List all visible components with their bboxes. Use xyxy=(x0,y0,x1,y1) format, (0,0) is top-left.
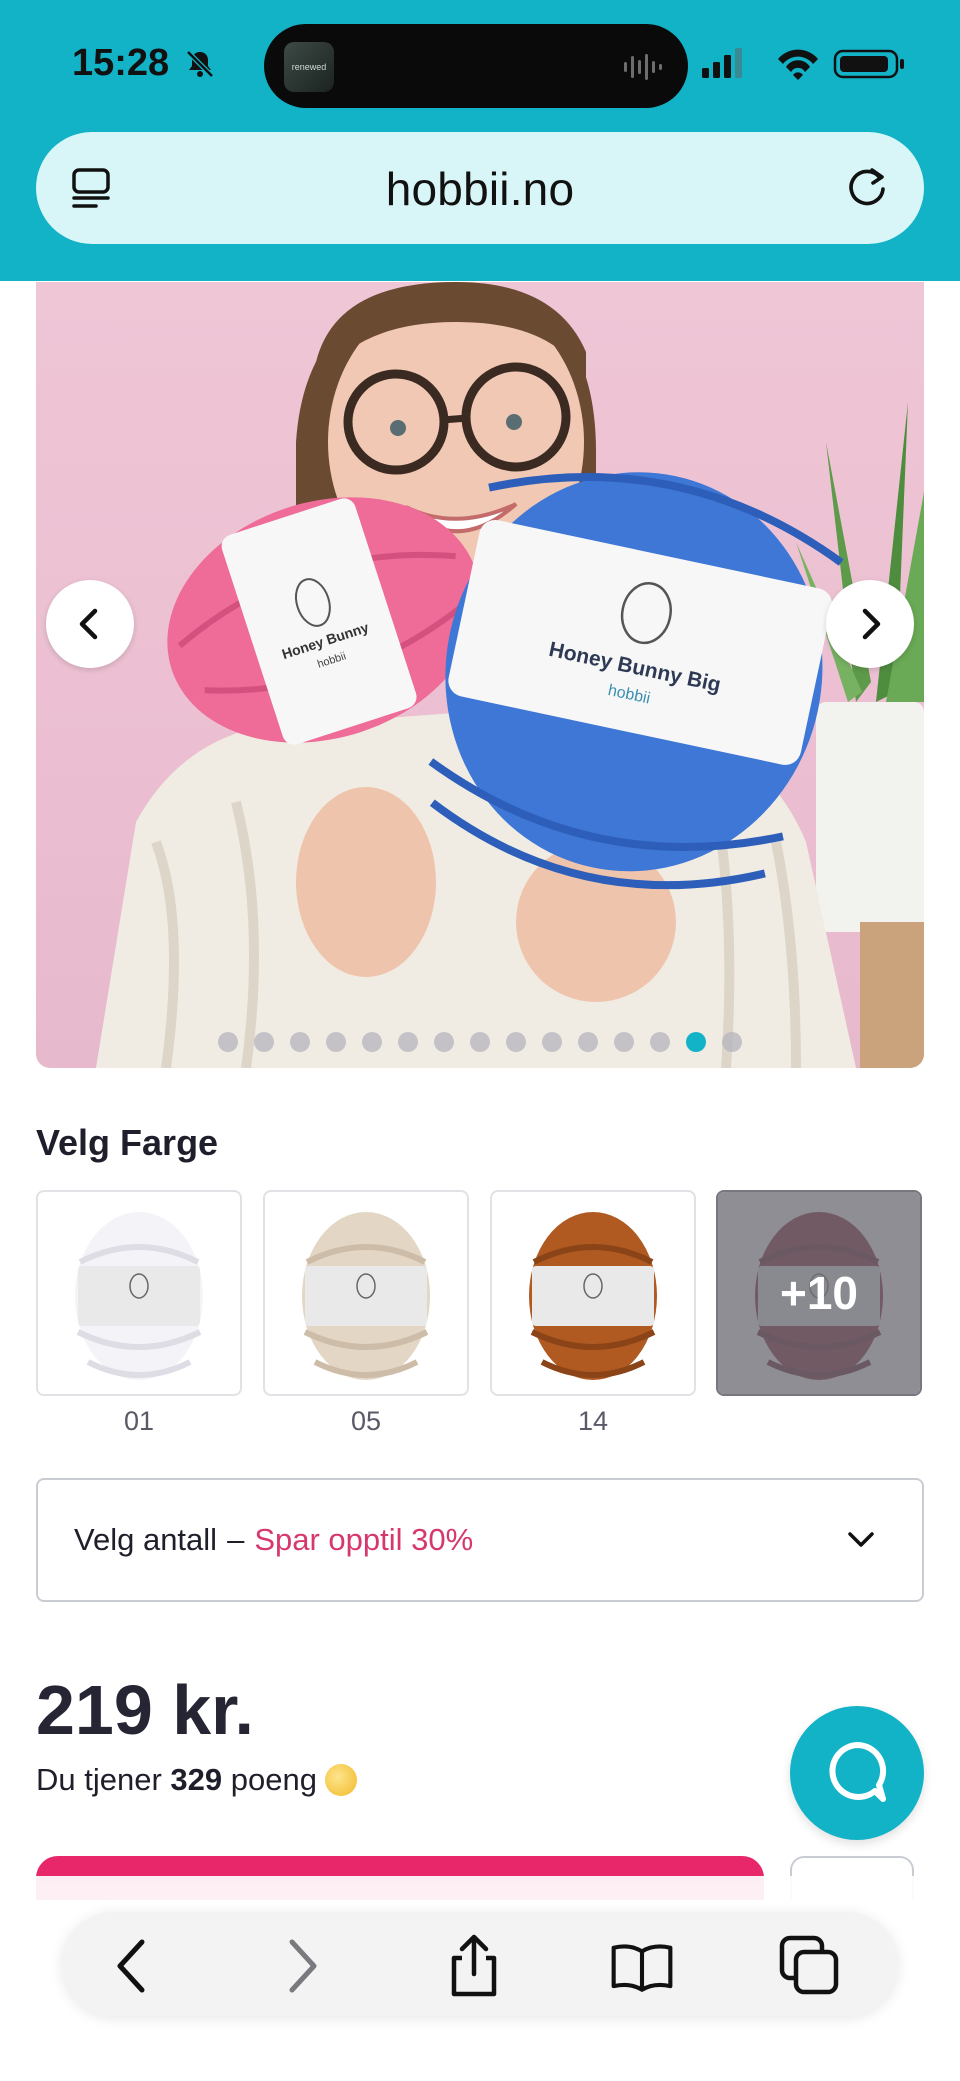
bookmarks-icon xyxy=(611,1944,673,1992)
chat-bubble-icon xyxy=(829,1741,887,1802)
color-swatch-05[interactable] xyxy=(263,1190,469,1396)
yarn-ball-image xyxy=(302,1212,430,1380)
chevron-left-icon xyxy=(79,608,98,640)
wifi-icon xyxy=(778,49,818,80)
more-colors-button[interactable]: +10 xyxy=(716,1190,922,1396)
bookmarks-button[interactable] xyxy=(610,1934,674,1998)
carousel-dot[interactable] xyxy=(506,1032,526,1052)
yarn-ball-image xyxy=(75,1212,203,1380)
carousel-prev-button[interactable] xyxy=(46,580,134,668)
now-playing-thumbnail: renewed xyxy=(284,42,334,92)
quantity-promo-text: Spar opptil 30% xyxy=(254,1522,474,1557)
back-button[interactable] xyxy=(100,1934,164,1998)
reload-icon[interactable] xyxy=(842,162,892,212)
tabs-button[interactable] xyxy=(778,1934,842,1998)
points-value: 329 xyxy=(170,1762,223,1797)
loyalty-points: Du tjener 329 poeng xyxy=(36,1762,357,1798)
chevron-right-icon xyxy=(862,608,881,640)
carousel-dot[interactable] xyxy=(218,1032,238,1052)
back-icon xyxy=(117,1939,145,1993)
audio-wave-icon xyxy=(624,54,662,80)
product-image-carousel[interactable]: Honey Bunny hobbii Honey Bunny Big hobbi… xyxy=(36,282,924,1068)
yarn-ball-image xyxy=(529,1212,657,1380)
bell-off-icon xyxy=(186,50,214,78)
carousel-dot[interactable] xyxy=(578,1032,598,1052)
carousel-dot[interactable] xyxy=(470,1032,490,1052)
dynamic-island[interactable]: renewed xyxy=(264,24,688,108)
carousel-dot[interactable] xyxy=(434,1032,454,1052)
product-price: 219 kr. xyxy=(36,1671,254,1749)
points-prefix: Du tjener xyxy=(36,1762,162,1797)
forward-button[interactable] xyxy=(270,1934,334,1998)
carousel-dot[interactable] xyxy=(254,1032,274,1052)
share-button[interactable] xyxy=(442,1934,506,1998)
color-picker-title: Velg Farge xyxy=(36,1122,219,1163)
address-bar[interactable]: hobbii.no xyxy=(36,132,924,244)
color-swatch-label: 01 xyxy=(123,1406,155,1436)
carousel-dot[interactable] xyxy=(362,1032,382,1052)
carousel-dot[interactable] xyxy=(686,1032,706,1052)
browser-header: 15:28 renewed hobbii.no xyxy=(0,0,960,281)
chat-button[interactable] xyxy=(790,1706,924,1840)
chevron-down-icon xyxy=(848,1532,874,1547)
color-swatch-01[interactable] xyxy=(36,1190,242,1396)
points-suffix: poeng xyxy=(230,1762,317,1797)
share-icon xyxy=(451,1934,497,1997)
more-colors-count: +10 xyxy=(718,1192,920,1394)
color-swatch-14[interactable] xyxy=(490,1190,696,1396)
signal-icon xyxy=(702,48,742,78)
quantity-select[interactable]: Velg antall – Spar opptil 30% xyxy=(36,1478,924,1602)
quantity-select-label: Velg antall – Spar opptil 30% xyxy=(74,1522,473,1558)
color-swatch-label: 14 xyxy=(577,1406,609,1436)
product-photo: Honey Bunny hobbii Honey Bunny Big hobbi… xyxy=(96,282,924,1068)
url-text[interactable]: hobbii.no xyxy=(36,162,924,216)
color-swatch-label: 05 xyxy=(350,1406,382,1436)
tabs-icon xyxy=(779,1935,839,1995)
browser-toolbar xyxy=(62,1912,898,2016)
carousel-dot[interactable] xyxy=(722,1032,742,1052)
quantity-separator: – xyxy=(227,1522,245,1557)
forward-icon xyxy=(289,1939,317,1993)
status-time: 15:28 xyxy=(72,42,170,84)
carousel-dot[interactable] xyxy=(650,1032,670,1052)
carousel-pagination[interactable] xyxy=(218,1032,742,1054)
status-indicators xyxy=(702,48,904,80)
quantity-label-text: Velg antall xyxy=(74,1522,218,1557)
carousel-dot[interactable] xyxy=(290,1032,310,1052)
carousel-dot[interactable] xyxy=(398,1032,418,1052)
carousel-next-button[interactable] xyxy=(826,580,914,668)
coin-icon xyxy=(325,1764,357,1796)
carousel-dot[interactable] xyxy=(326,1032,346,1052)
carousel-dot[interactable] xyxy=(542,1032,562,1052)
carousel-dot[interactable] xyxy=(614,1032,634,1052)
battery-icon xyxy=(833,49,904,79)
